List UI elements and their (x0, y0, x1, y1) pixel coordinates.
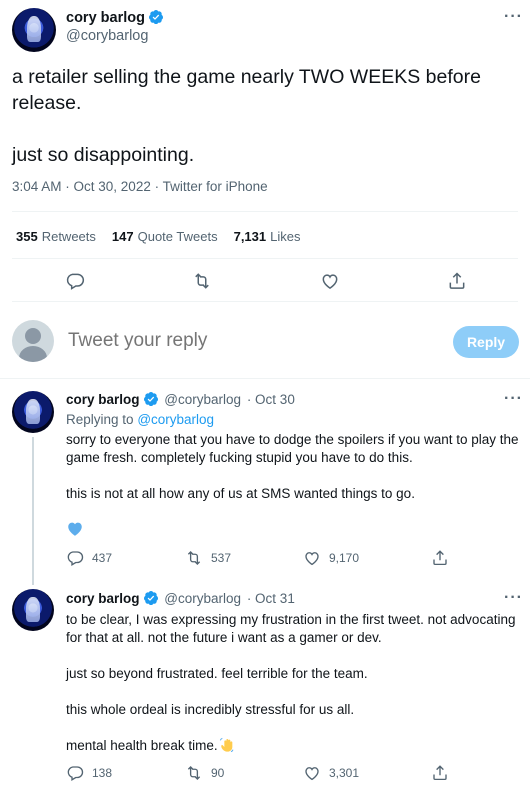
retweet-icon (195, 273, 209, 289)
reply-date[interactable]: · Oct 30 (247, 392, 295, 407)
retweets-stat[interactable]: 355 Retweets (16, 229, 96, 244)
author-avatar[interactable] (12, 8, 56, 52)
retweet-button[interactable]: 537 (185, 549, 231, 567)
reply-author-avatar[interactable] (12, 391, 54, 433)
like-icon (322, 274, 338, 289)
reply-author-name[interactable]: cory barlog @corybarlog · Oct 30 (66, 391, 295, 407)
tweet-timestamp[interactable]: 3:04 AM · Oct 30, 2022 · Twitter for iPh… (12, 179, 268, 194)
reply-author-handle[interactable]: @corybarlog (164, 392, 241, 407)
like-icon (305, 552, 319, 566)
likes-stat[interactable]: 7,131 Likes (234, 229, 301, 244)
quote-tweets-stat[interactable]: 147 Quote Tweets (112, 229, 218, 244)
reply-author-handle[interactable]: @corybarlog (164, 591, 241, 606)
like-icon (305, 767, 319, 781)
share-icon (433, 550, 447, 566)
waving-hand-emoji (219, 737, 234, 753)
retweet-count: 537 (211, 551, 232, 565)
reply-submit-button[interactable]: Reply (453, 326, 519, 358)
reply-text: sorry to everyone that you have to dodge… (66, 432, 519, 501)
current-user-avatar (12, 320, 54, 362)
share-button[interactable] (431, 549, 449, 567)
verified-badge-icon (143, 591, 158, 606)
share-icon (433, 765, 447, 781)
reply-button[interactable]: 138 (66, 764, 112, 782)
retweet-count: 90 (211, 766, 225, 780)
reply-author-avatar[interactable] (12, 589, 54, 631)
reply-date[interactable]: · Oct 31 (247, 591, 295, 606)
thread-line (32, 437, 34, 585)
reply-count: 437 (92, 551, 113, 565)
divider (0, 378, 530, 379)
reply-button[interactable]: 437 (66, 549, 112, 567)
divider (12, 301, 518, 302)
blue-heart-emoji (68, 522, 82, 536)
replying-to-handle[interactable]: @corybarlog (137, 412, 214, 427)
reply-text: to be clear, I was expressing my frustra… (66, 612, 516, 753)
like-button[interactable]: 9,170 (303, 549, 359, 567)
retweet-button[interactable] (191, 271, 213, 291)
retweet-button[interactable]: 90 (185, 764, 224, 782)
reply-button[interactable] (65, 271, 85, 291)
reply-count: 138 (92, 766, 113, 780)
author-handle[interactable]: @corybarlog (66, 28, 148, 44)
retweet-icon (187, 551, 201, 565)
tweet-text: a retailer selling the game nearly TWO W… (12, 66, 481, 166)
author-name[interactable]: cory barlog (66, 9, 164, 26)
more-options-icon[interactable]: ··· (504, 390, 523, 408)
reply-icon (66, 273, 85, 290)
author-name-text: cory barlog (66, 10, 145, 26)
like-button[interactable]: 3,301 (303, 764, 359, 782)
like-button[interactable] (320, 271, 340, 291)
retweet-icon (187, 766, 201, 780)
more-options-icon[interactable]: ··· (504, 589, 523, 607)
verified-badge-icon (148, 10, 163, 25)
divider (12, 211, 518, 212)
share-icon (449, 272, 465, 289)
replying-to: Replying to @corybarlog (66, 412, 215, 427)
like-count: 9,170 (329, 551, 360, 565)
more-options-icon[interactable]: ··· (504, 8, 523, 26)
verified-badge-icon (143, 392, 158, 407)
share-button[interactable] (431, 764, 449, 782)
divider (12, 258, 518, 259)
reply-icon (67, 551, 84, 566)
like-count: 3,301 (329, 766, 360, 780)
reply-icon (67, 766, 84, 781)
tweet-stats: 355 Retweets 147 Quote Tweets 7,131 Likes (16, 229, 301, 244)
reply-input[interactable] (68, 330, 428, 352)
share-button[interactable] (447, 271, 467, 291)
reply-author-name[interactable]: cory barlog @corybarlog · Oct 31 (66, 590, 295, 606)
